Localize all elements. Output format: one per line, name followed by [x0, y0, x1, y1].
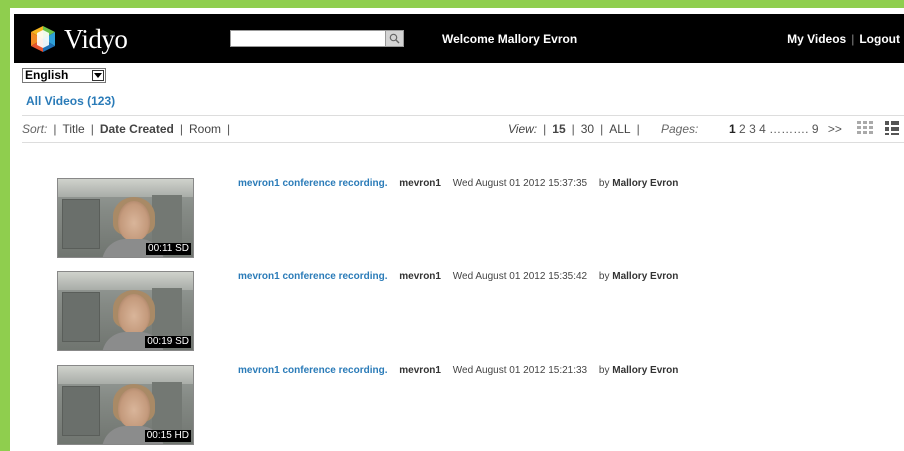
chevron-down-icon[interactable] [92, 70, 104, 81]
next-page-link[interactable]: >> [828, 122, 842, 136]
video-author: Mallory Evron [612, 365, 679, 376]
grid-view-icon[interactable] [857, 121, 873, 135]
duration-badge: 00:19 SD [145, 336, 191, 348]
search-button[interactable] [385, 30, 404, 47]
sort-view-toolbar: Sort: | Title | Date Created | Room | View: | 15 |… [22, 115, 904, 143]
duration-badge: 00:11 SD [146, 243, 191, 255]
list-view-icon[interactable] [885, 121, 901, 135]
vidyo-logo-icon [28, 24, 58, 54]
page-1[interactable]: 1 [729, 122, 736, 136]
language-selected: English [25, 68, 69, 82]
page-2[interactable]: 2 [739, 122, 746, 136]
video-owner: mevron1 [399, 365, 441, 376]
view-label: View: [508, 122, 538, 136]
video-list-item: 00:11 SD mevron1 conference recording. m… [57, 178, 904, 260]
video-list-item: 00:15 HD mevron1 conference recording. m… [57, 365, 904, 447]
by-prefix: by [598, 365, 610, 376]
view-30[interactable]: 30 [581, 122, 594, 136]
sort-date-created[interactable]: Date Created [100, 122, 174, 136]
pagination: 1 2 3 4 ………. 9 >> [729, 122, 842, 136]
view-15[interactable]: 15 [552, 122, 565, 136]
welcome-message: Welcome Mallory Evron [442, 32, 578, 46]
language-select[interactable]: English [22, 68, 106, 83]
header-separator: | [851, 32, 855, 46]
video-thumbnail[interactable]: 00:11 SD [57, 178, 194, 258]
frame-gap [10, 8, 904, 11]
header-links: My Videos | Logout [787, 32, 900, 46]
video-date: Wed August 01 2012 15:37:35 [452, 178, 588, 189]
pages-label: Pages: [661, 122, 699, 136]
page-4[interactable]: 4 [759, 122, 766, 136]
video-title-link[interactable]: mevron1 conference recording. [238, 178, 388, 189]
video-meta: mevron1 conference recording. mevron1 We… [238, 365, 678, 376]
logout-link[interactable]: Logout [859, 32, 900, 46]
vidyo-logo[interactable]: Vidyo [28, 23, 128, 55]
video-thumbnail[interactable]: 00:19 SD [57, 271, 194, 351]
search-input[interactable] [230, 30, 388, 47]
search-icon [389, 33, 400, 44]
video-list-item: 00:19 SD mevron1 conference recording. m… [57, 271, 904, 353]
by-prefix: by [598, 178, 610, 189]
video-meta: mevron1 conference recording. mevron1 We… [238, 271, 678, 282]
all-videos-link[interactable]: All Videos (123) [26, 94, 115, 108]
by-prefix: by [598, 271, 610, 282]
video-author: Mallory Evron [612, 271, 679, 282]
video-owner: mevron1 [399, 271, 441, 282]
page-3[interactable]: 3 [749, 122, 756, 136]
video-date: Wed August 01 2012 15:21:33 [452, 365, 588, 376]
window-frame-left [0, 0, 10, 451]
page-9[interactable]: 9 [812, 122, 819, 136]
duration-badge: 00:15 HD [144, 430, 191, 442]
video-date: Wed August 01 2012 15:35:42 [452, 271, 588, 282]
video-meta: mevron1 conference recording. mevron1 We… [238, 178, 678, 189]
video-owner: mevron1 [399, 178, 441, 189]
view-all[interactable]: ALL [609, 122, 630, 136]
sort-label: Sort: [22, 122, 48, 136]
sort-room[interactable]: Room [189, 122, 221, 136]
window-frame-top [0, 0, 904, 8]
sort-controls: Sort: | Title | Date Created | Room | [22, 122, 231, 136]
my-videos-link[interactable]: My Videos [787, 32, 846, 46]
brand-name: Vidyo [64, 23, 128, 54]
video-title-link[interactable]: mevron1 conference recording. [238, 271, 388, 282]
view-controls: View: | 15 | 30 | ALL | [508, 122, 640, 136]
pages-ellipsis: ………. [769, 122, 809, 136]
header-bar: Vidyo Welcome Mallory Evron My Videos | Lo… [14, 14, 904, 63]
sort-title[interactable]: Title [62, 122, 84, 136]
video-thumbnail[interactable]: 00:15 HD [57, 365, 194, 445]
video-author: Mallory Evron [612, 178, 679, 189]
video-title-link[interactable]: mevron1 conference recording. [238, 365, 388, 376]
view-mode-toggle [857, 121, 901, 135]
